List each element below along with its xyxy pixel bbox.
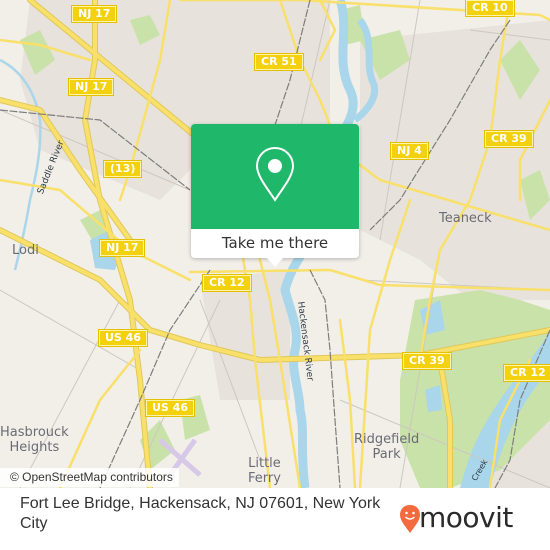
moovit-wordmark: moovit	[419, 501, 513, 534]
place-label-ridgefield-park: Ridgefield Park	[354, 432, 420, 462]
road-shield-cr39-north: CR 39	[485, 131, 533, 147]
road-shield-cr12-east: CR 12	[504, 365, 550, 381]
place-label-little-ferry: Little Ferry	[248, 456, 281, 486]
place-label-teaneck: Teaneck	[439, 211, 492, 226]
location-popup: Take me there	[191, 124, 359, 267]
road-shield-nj4: NJ 4	[391, 143, 428, 159]
take-me-there-button[interactable]: Take me there	[191, 229, 359, 258]
place-label-hasbrouck-heights: Hasbrouck Heights	[0, 425, 69, 455]
map-view[interactable]: NJ 17 NJ 17 (13) NJ 17 CR 10 CR 51 NJ 4 …	[0, 0, 550, 488]
road-shield-cr10: CR 10	[466, 0, 514, 16]
road-shield-us46-north: US 46	[99, 330, 147, 346]
road-shield-cr39-south: CR 39	[403, 353, 451, 369]
map-attribution[interactable]: © OpenStreetMap contributors	[0, 468, 179, 487]
footer: Fort Lee Bridge, Hackensack, NJ 07601, N…	[0, 488, 550, 550]
road-shield-cr51: CR 51	[255, 54, 303, 70]
road-shield-nj17-mid: NJ 17	[69, 79, 114, 95]
address-text: Fort Lee Bridge, Hackensack, NJ 07601, N…	[20, 495, 381, 532]
road-shield-nj17-north: NJ 17	[72, 6, 117, 22]
road	[338, 318, 357, 488]
popup-pointer	[266, 257, 284, 267]
moovit-logo[interactable]: moovit	[399, 500, 539, 536]
moovit-smiley-pin-icon	[400, 505, 420, 533]
road-shield-nj17-south: NJ 17	[100, 240, 145, 256]
map-pin-icon	[255, 146, 295, 202]
road-shield-us46-south: US 46	[146, 400, 194, 416]
road-shield-route13: (13)	[104, 161, 142, 177]
place-label-lodi: Lodi	[12, 243, 39, 258]
popup-header	[191, 124, 359, 229]
road-shield-cr12-west: CR 12	[203, 275, 251, 291]
